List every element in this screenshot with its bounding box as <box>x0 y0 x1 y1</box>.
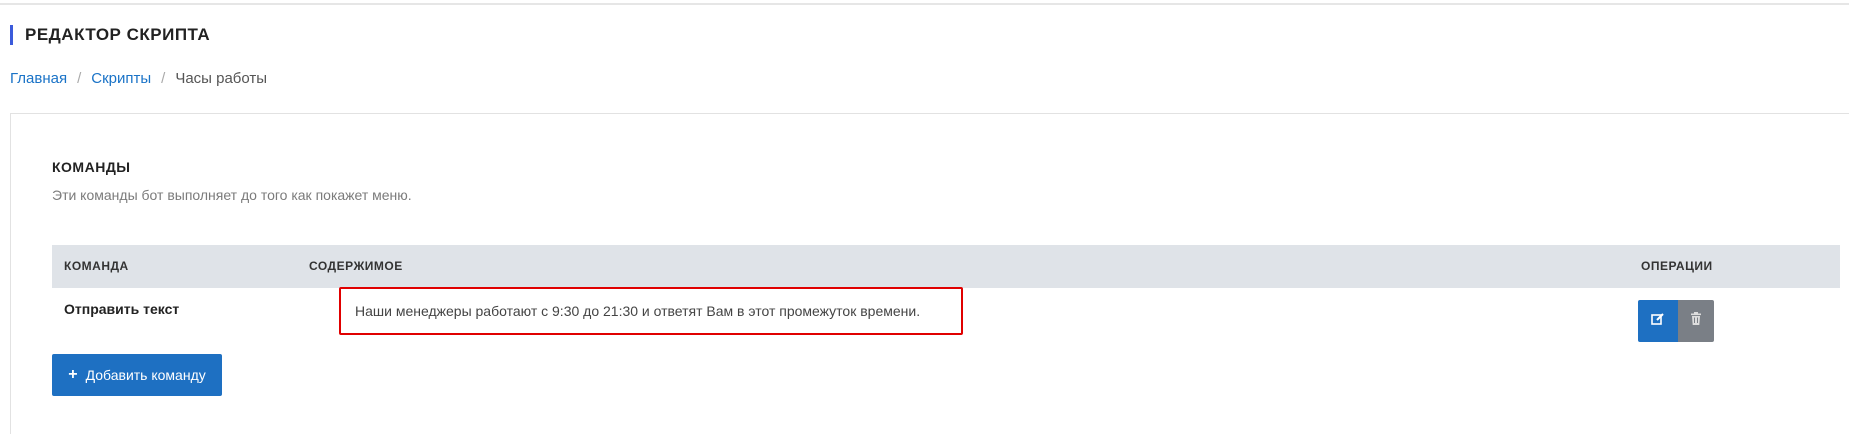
breadcrumb-link-home[interactable]: Главная <box>10 70 67 87</box>
page-title: РЕДАКТОР СКРИПТА <box>10 25 210 45</box>
column-header-operations: ОПЕРАЦИИ <box>1641 259 1713 273</box>
commands-panel: КОМАНДЫ Эти команды бот выполняет до тог… <box>10 113 1849 434</box>
add-command-button[interactable]: + Добавить команду <box>52 354 222 396</box>
breadcrumb-current: Часы работы <box>175 70 268 87</box>
table-row-content: Наши менеджеры работают с 9:30 до 21:30 … <box>355 303 921 319</box>
add-command-label: Добавить команду <box>85 367 206 383</box>
edit-button[interactable] <box>1638 300 1678 342</box>
plus-icon: + <box>68 366 78 383</box>
section-description: Эти команды бот выполняет до того как по… <box>52 187 412 203</box>
delete-button[interactable] <box>1678 300 1714 342</box>
trash-icon <box>1690 312 1702 330</box>
column-header-command: КОМАНДА <box>64 259 129 273</box>
breadcrumb-link-scripts[interactable]: Скрипты <box>91 70 151 87</box>
top-divider <box>0 3 1849 5</box>
edit-icon <box>1651 312 1665 331</box>
breadcrumb-separator: / <box>161 70 166 87</box>
table-row-content-highlight: Наши менеджеры работают с 9:30 до 21:30 … <box>339 287 963 335</box>
section-title: КОМАНДЫ <box>52 159 131 175</box>
breadcrumb: Главная / Скрипты / Часы работы <box>10 70 267 88</box>
table-header: КОМАНДА СОДЕРЖИМОЕ ОПЕРАЦИИ <box>52 245 1840 288</box>
breadcrumb-separator: / <box>77 70 82 87</box>
column-header-content: СОДЕРЖИМОЕ <box>309 259 403 273</box>
table-row-command: Отправить текст <box>64 301 180 317</box>
